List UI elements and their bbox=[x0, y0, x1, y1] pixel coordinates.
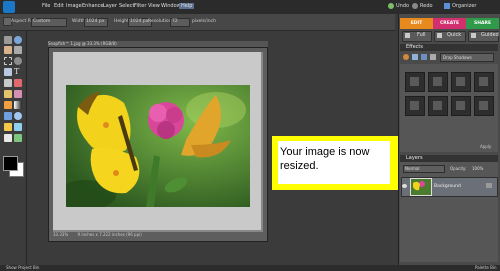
blur-icon[interactable] bbox=[14, 112, 22, 120]
shape-tool-icon[interactable] bbox=[4, 112, 12, 120]
document-info: 9 inches x 7.222 inches (96 ppi) bbox=[77, 232, 142, 237]
effects-dropdown-value: Drop Shadows bbox=[443, 55, 472, 60]
resolution-value: 72 bbox=[172, 19, 178, 24]
all-effects-icon[interactable] bbox=[430, 54, 436, 60]
gradient-icon[interactable] bbox=[14, 101, 22, 109]
quick-fix-label: Quick bbox=[447, 32, 462, 38]
guided-edit-icon bbox=[471, 33, 476, 38]
brush-icon[interactable] bbox=[4, 90, 12, 98]
crop-tool-icon[interactable] bbox=[4, 79, 12, 87]
aspect-ratio-value: Custom bbox=[33, 19, 51, 24]
sponge-icon[interactable] bbox=[4, 123, 12, 131]
effect-thumbnail[interactable] bbox=[405, 72, 425, 92]
lock-icon bbox=[486, 183, 492, 188]
menu-view[interactable]: View bbox=[148, 3, 160, 9]
eye-icon[interactable] bbox=[402, 184, 407, 188]
brush-icon bbox=[405, 33, 410, 38]
menu-edit[interactable]: Edit bbox=[54, 3, 64, 9]
clone-stamp-icon[interactable] bbox=[14, 123, 22, 131]
full-edit-label: Full bbox=[417, 32, 426, 38]
recompose-icon[interactable] bbox=[14, 134, 22, 142]
quick-fix-icon bbox=[437, 33, 442, 38]
layer-styles-icon[interactable] bbox=[412, 54, 418, 60]
menu-file[interactable]: File bbox=[42, 3, 50, 9]
layer-name: Background bbox=[434, 184, 461, 189]
menu-layer[interactable]: Layer bbox=[103, 3, 117, 9]
logo-icon bbox=[3, 1, 15, 13]
layer-thumbnail[interactable] bbox=[410, 178, 432, 196]
redo-button[interactable]: Redo bbox=[420, 3, 433, 9]
effect-thumbnail[interactable] bbox=[428, 96, 448, 116]
palette-bin-toggle[interactable]: Palette Bin bbox=[475, 265, 497, 271]
move-tool-icon[interactable] bbox=[4, 36, 12, 44]
tab-edit[interactable]: EDIT bbox=[400, 18, 433, 29]
eyedropper-icon[interactable] bbox=[14, 46, 22, 54]
guided-edit-label: Guided bbox=[481, 32, 499, 38]
callout-text: Your image is now resized. bbox=[278, 141, 390, 184]
effect-thumbnail[interactable] bbox=[451, 96, 471, 116]
lasso-icon[interactable] bbox=[14, 57, 22, 65]
effect-thumbnail[interactable] bbox=[474, 72, 494, 92]
menu-enhance[interactable]: Enhance bbox=[82, 3, 104, 9]
menu-filter[interactable]: Filter bbox=[134, 3, 146, 9]
pencil-icon[interactable] bbox=[4, 134, 12, 142]
undo-button[interactable]: Undo bbox=[396, 3, 409, 9]
effect-thumbnail[interactable] bbox=[474, 96, 494, 116]
show-project-bin-button[interactable]: Show Project Bin bbox=[6, 265, 39, 271]
opacity-label: Opacity: bbox=[450, 166, 467, 171]
height-value: 1024 px bbox=[130, 19, 149, 24]
filters-icon[interactable] bbox=[403, 54, 409, 60]
apply-button[interactable]: Apply bbox=[480, 144, 491, 149]
menu-image[interactable]: Image bbox=[66, 3, 82, 9]
effects-panel-header[interactable]: Effects bbox=[400, 44, 498, 51]
layers-panel-header[interactable]: Layers bbox=[400, 155, 498, 162]
hand-tool-icon[interactable] bbox=[4, 46, 12, 54]
zoom-tool-icon[interactable] bbox=[14, 36, 22, 44]
blend-mode-value: Normal bbox=[405, 166, 420, 171]
tab-share[interactable]: SHARE bbox=[466, 18, 499, 29]
zoom-level[interactable]: 33.33% bbox=[53, 232, 68, 237]
opacity-value[interactable]: 100% bbox=[472, 166, 483, 171]
menu-select[interactable]: Select bbox=[119, 3, 134, 9]
magic-wand-icon[interactable] bbox=[4, 68, 12, 76]
type-tool-icon[interactable]: T bbox=[14, 68, 22, 76]
width-value: 1024 px bbox=[86, 19, 105, 24]
effect-thumbnail[interactable] bbox=[451, 72, 471, 92]
marquee-icon[interactable] bbox=[4, 57, 12, 65]
organizer-icon[interactable] bbox=[444, 3, 450, 9]
menu-window[interactable]: Window bbox=[161, 3, 181, 9]
tab-create[interactable]: CREATE bbox=[433, 18, 466, 29]
butterfly-photo[interactable] bbox=[66, 85, 250, 207]
effect-thumbnail[interactable] bbox=[405, 96, 425, 116]
photo-effects-icon[interactable] bbox=[421, 54, 427, 60]
eraser-icon[interactable] bbox=[14, 90, 22, 98]
paint-bucket-icon[interactable] bbox=[4, 101, 12, 109]
redo-icon[interactable] bbox=[412, 3, 418, 9]
organizer-button[interactable]: Organizer bbox=[452, 3, 476, 9]
bottom-bar bbox=[0, 265, 500, 271]
red-eye-tool-icon[interactable] bbox=[14, 79, 22, 87]
effect-thumbnail[interactable] bbox=[428, 72, 448, 92]
undo-icon[interactable] bbox=[388, 3, 394, 9]
menu-help[interactable]: Help bbox=[179, 3, 195, 9]
resolution-unit[interactable]: pixels/inch bbox=[192, 19, 216, 24]
document-status-bar: 33.33% 9 inches x 7.222 inches (96 ppi) bbox=[53, 232, 263, 238]
foreground-color-swatch[interactable] bbox=[3, 156, 18, 171]
